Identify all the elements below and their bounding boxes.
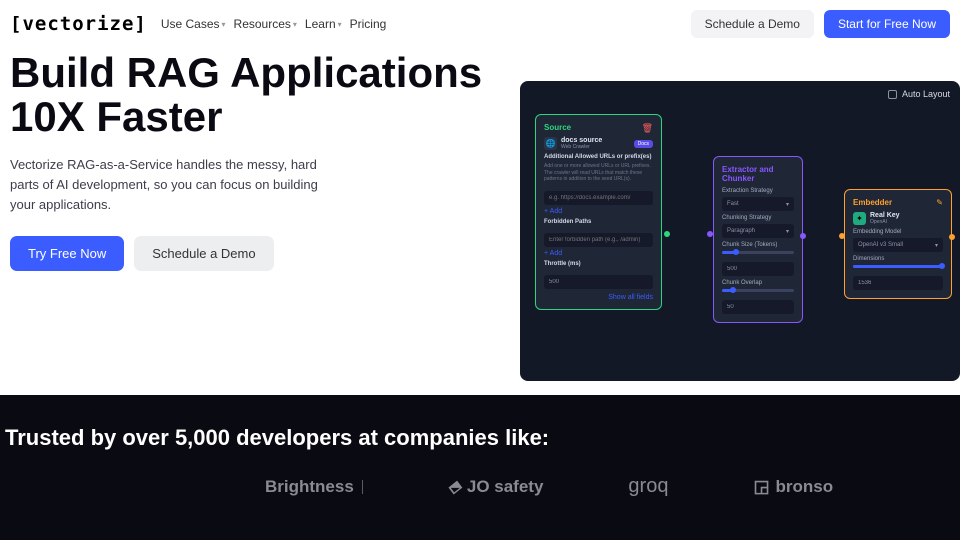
auto-layout-label: Auto Layout bbox=[902, 89, 950, 99]
embedder-card[interactable]: ✎ Embedder ✦ Real Key OpenAI Embedding M… bbox=[844, 189, 952, 299]
extractor-card[interactable]: Extractor and Chunker Extraction Strateg… bbox=[713, 156, 803, 323]
nav-label: Use Cases bbox=[161, 17, 220, 31]
trash-icon[interactable]: 🗑 bbox=[642, 123, 653, 134]
extraction-strategy-select[interactable]: Fast ▾ bbox=[722, 197, 794, 211]
main-nav: Use Cases▾ Resources▾ Learn▾ Pricing bbox=[161, 17, 386, 31]
connector-dot bbox=[664, 231, 670, 237]
nav-resources[interactable]: Resources▾ bbox=[234, 17, 297, 31]
chevron-down-icon: ▾ bbox=[338, 20, 342, 29]
nav-use-cases[interactable]: Use Cases▾ bbox=[161, 17, 226, 31]
chevron-down-icon: ▾ bbox=[786, 201, 789, 208]
logo-bronso: ◲bronso bbox=[753, 477, 833, 497]
checkbox-icon[interactable] bbox=[888, 90, 897, 99]
docs-badge: Docs bbox=[634, 140, 653, 148]
schedule-demo-hero-button[interactable]: Schedule a Demo bbox=[134, 236, 273, 271]
throttle-label: Throttle (ms) bbox=[544, 261, 653, 267]
logo-jo-safety: ⬘JO safety bbox=[448, 477, 544, 497]
connector-dot bbox=[800, 233, 806, 239]
chunk-size-input[interactable] bbox=[722, 262, 794, 276]
urls-help: Add one or more allowed URLs or URL pref… bbox=[544, 163, 653, 183]
nav-label: Pricing bbox=[350, 17, 387, 31]
chunk-strategy-select[interactable]: Paragraph ▾ bbox=[722, 224, 794, 238]
chunk-strategy-label: Chunking Strategy bbox=[722, 215, 794, 221]
overlap-slider[interactable] bbox=[722, 289, 794, 292]
openai-icon: ✦ bbox=[853, 212, 866, 225]
forbidden-label: Forbidden Paths bbox=[544, 219, 653, 225]
hero-subtitle: Vectorize RAG-as-a-Service handles the m… bbox=[10, 155, 320, 215]
source-name: docs source bbox=[561, 137, 602, 144]
forbidden-input[interactable] bbox=[544, 233, 653, 247]
extractor-title: Extractor and Chunker bbox=[722, 165, 794, 183]
nav-pricing[interactable]: Pricing bbox=[350, 17, 387, 31]
nav-label: Resources bbox=[234, 17, 291, 31]
embedder-title: Embedder bbox=[853, 198, 943, 207]
try-free-button[interactable]: Try Free Now bbox=[10, 236, 124, 271]
source-title: Source bbox=[544, 123, 653, 132]
pipeline-diagram: Auto Layout 🗑 Source 🌐 docs source Web C… bbox=[520, 81, 960, 381]
connector-dot bbox=[949, 234, 955, 240]
dimensions-slider[interactable] bbox=[853, 265, 943, 268]
chevron-down-icon: ▾ bbox=[222, 20, 226, 29]
logo-brightness: Brightness bbox=[265, 477, 363, 497]
source-card[interactable]: 🗑 Source 🌐 docs source Web Crawler Docs … bbox=[535, 114, 662, 310]
trusted-section: Trusted by over 5,000 developers at comp… bbox=[0, 395, 960, 540]
add-url-button[interactable]: + Add bbox=[544, 208, 653, 215]
urls-input[interactable] bbox=[544, 191, 653, 205]
nav-label: Learn bbox=[305, 17, 336, 31]
model-select[interactable]: OpenAI v3 Small ▾ bbox=[853, 238, 943, 252]
source-type: Web Crawler bbox=[561, 144, 602, 150]
chevron-down-icon: ▾ bbox=[786, 228, 789, 235]
start-free-button[interactable]: Start for Free Now bbox=[824, 10, 950, 38]
throttle-input[interactable] bbox=[544, 275, 653, 289]
key-provider: OpenAI bbox=[870, 219, 900, 225]
nav-learn[interactable]: Learn▾ bbox=[305, 17, 342, 31]
chunk-size-slider[interactable] bbox=[722, 251, 794, 254]
schedule-demo-button[interactable]: Schedule a Demo bbox=[691, 10, 814, 38]
overlap-input[interactable] bbox=[722, 300, 794, 314]
chevron-down-icon: ▾ bbox=[293, 20, 297, 29]
add-forbidden-button[interactable]: + Add bbox=[544, 250, 653, 257]
globe-icon: 🌐 bbox=[544, 137, 557, 150]
key-name: Real Key bbox=[870, 212, 900, 219]
logo-groq: groq bbox=[628, 475, 668, 498]
extraction-strategy-label: Extraction Strategy bbox=[722, 188, 794, 194]
overlap-label: Chunk Overlap bbox=[722, 280, 794, 286]
urls-label: Additional Allowed URLs or prefix(es) bbox=[544, 154, 653, 160]
chunk-size-label: Chunk Size (Tokens) bbox=[722, 242, 794, 248]
logo[interactable]: [vectorize] bbox=[10, 13, 147, 35]
dimensions-label: Dimensions bbox=[853, 256, 943, 262]
company-logos: Brightness ⬘JO safety groq ◲bronso bbox=[5, 475, 955, 498]
pencil-icon[interactable]: ✎ bbox=[936, 198, 943, 207]
auto-layout-toggle[interactable]: Auto Layout bbox=[888, 89, 950, 99]
show-all-fields-link[interactable]: Show all fields bbox=[544, 294, 653, 301]
chevron-down-icon: ▾ bbox=[935, 242, 938, 249]
model-label: Embedding Model bbox=[853, 229, 943, 235]
dimensions-input[interactable] bbox=[853, 276, 943, 290]
trusted-heading: Trusted by over 5,000 developers at comp… bbox=[5, 425, 955, 451]
